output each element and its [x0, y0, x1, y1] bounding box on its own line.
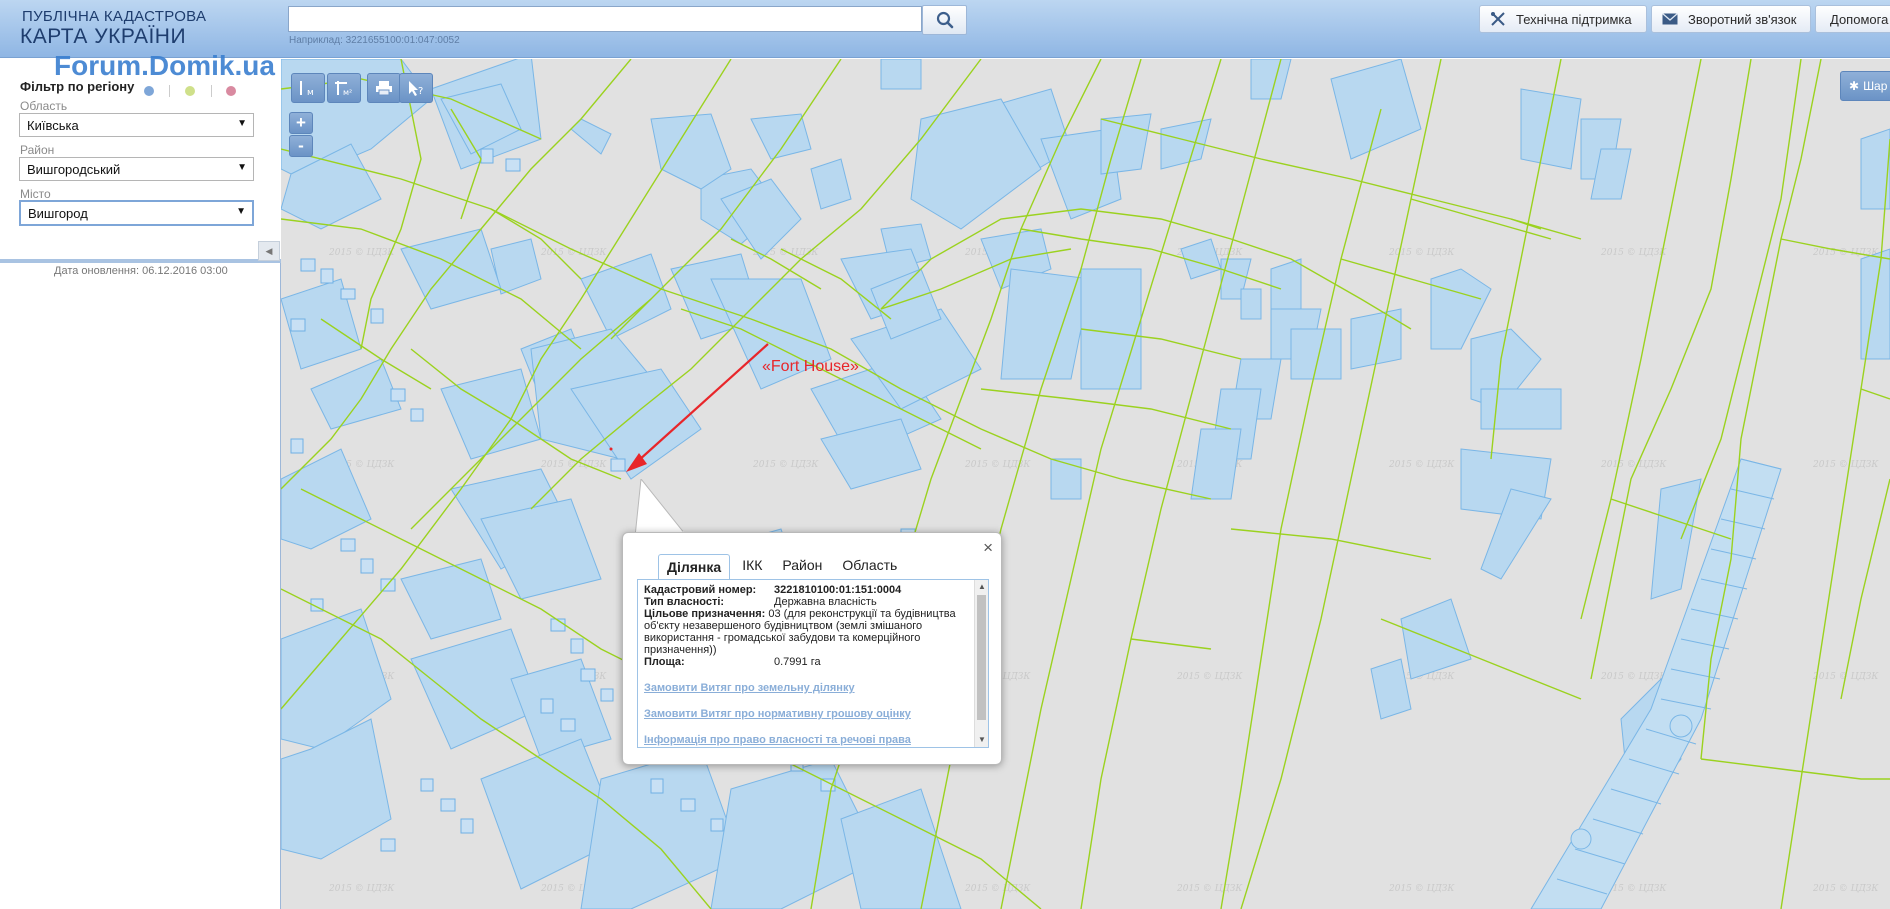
area-row: Площа: 0.7991 га	[644, 656, 974, 668]
purpose-label: Цільове призначення:	[644, 608, 766, 620]
search-input[interactable]	[288, 6, 922, 32]
chevron-left-icon: ◀	[265, 245, 273, 256]
popup-body: Кадастровий номер: 3221810100:01:151:000…	[637, 579, 989, 748]
tab-district[interactable]: Район	[774, 553, 830, 580]
logo-title-line2[interactable]: КАРТА УКРАЇНИ	[20, 25, 186, 49]
layer-dot-blue[interactable]	[144, 86, 154, 96]
cadastral-row: Кадастровий номер: 3221810100:01:151:000…	[644, 584, 974, 596]
district-select[interactable]: Вишгородський ▼	[19, 157, 254, 181]
popup-scrollbar[interactable]: ▲ ▼	[974, 580, 988, 747]
identify-icon: ?	[409, 81, 423, 97]
search-hint: Наприклад: 3221655100:01:047:0052	[289, 35, 460, 46]
search-button[interactable]	[922, 5, 967, 35]
area-label: Площа:	[644, 656, 685, 668]
order-parcel-extract-link[interactable]: Замовити Витяг про земельну ділянку	[644, 682, 974, 694]
feedback-button[interactable]: Зворотний зв'язок	[1651, 5, 1811, 33]
ownership-value: Державна власність	[774, 596, 877, 608]
envelope-icon	[1662, 13, 1680, 25]
city-value: Вишгород	[28, 206, 88, 221]
scroll-up-icon[interactable]: ▲	[978, 582, 986, 591]
measure-area-button[interactable]: м²	[327, 73, 361, 103]
cadastral-value: 3221810100:01:151:0004	[774, 584, 902, 596]
region-value: Київська	[27, 118, 79, 133]
logo-title-line1[interactable]: ПУБЛІЧНА КАДАСТРОВА	[22, 8, 206, 25]
help-button[interactable]: Допомога	[1815, 5, 1890, 33]
parcel-info: Кадастровий номер: 3221810100:01:151:000…	[644, 584, 974, 746]
order-valuation-extract-link[interactable]: Замовити Витяг про нормативну грошову оц…	[644, 708, 974, 720]
cadastral-map[interactable]: 2015 © ЦДЗК	[281, 59, 1890, 909]
region-filter: Фільтр по регіону Область Київська ▼ Рай…	[0, 58, 281, 263]
update-date: Дата оновлення: 06.12.2016 03:00	[54, 265, 228, 277]
area-value: 0.7991 га	[774, 656, 821, 668]
dot-separator	[169, 85, 170, 97]
measure-length-icon: м	[300, 81, 314, 97]
region-label: Область	[20, 99, 68, 113]
purpose-row: Цільове призначення: 03 (для реконструкц…	[644, 608, 974, 656]
collapse-panel-button[interactable]: ◀	[258, 241, 280, 261]
layers-label: Шар	[1863, 79, 1888, 93]
ownership-rights-link[interactable]: Інформація про право власності та речові…	[644, 734, 974, 746]
dropdown-arrow-icon: ▼	[237, 118, 247, 129]
dropdown-arrow-icon: ▼	[237, 162, 247, 173]
popup-pointer	[635, 479, 686, 534]
parcel-info-popup: × Ділянка ІКК Район Область Кадастровий …	[622, 532, 1002, 765]
zoom-in-button[interactable]: +	[289, 112, 313, 134]
district-value: Вишгородський	[27, 162, 121, 177]
region-select[interactable]: Київська ▼	[19, 113, 254, 137]
tech-support-label: Технічна підтримка	[1516, 11, 1632, 27]
feedback-label: Зворотний зв'язок	[1688, 11, 1797, 27]
help-label: Допомога	[1830, 11, 1889, 27]
scroll-down-icon[interactable]: ▼	[978, 735, 986, 744]
measure-area-icon: м²	[335, 81, 352, 97]
map-canvas[interactable]: 2015 © ЦДЗК	[281, 59, 1890, 909]
layers-button[interactable]: ✱ Шар	[1840, 71, 1890, 101]
layer-dot-red[interactable]	[226, 86, 236, 96]
tab-ikk[interactable]: ІКК	[734, 553, 770, 580]
svg-text:м²: м²	[343, 88, 352, 97]
district-label: Район	[20, 143, 55, 157]
identify-button[interactable]: ?	[399, 73, 433, 103]
gear-icon: ✱	[1849, 79, 1860, 93]
measure-length-button[interactable]: м	[291, 73, 325, 103]
layer-dot-green[interactable]	[185, 86, 195, 96]
tab-region[interactable]: Область	[834, 553, 905, 580]
tools-icon	[1490, 11, 1508, 27]
scroll-thumb[interactable]	[977, 595, 986, 720]
dropdown-arrow-icon: ▼	[236, 206, 246, 217]
print-button[interactable]	[367, 73, 401, 103]
top-header: ПУБЛІЧНА КАДАСТРОВА КАРТА УКРАЇНИ Наприк…	[0, 0, 1890, 58]
tab-parcel[interactable]: Ділянка	[658, 554, 731, 581]
svg-text:м: м	[307, 88, 314, 97]
ownership-label: Тип власності:	[644, 596, 725, 608]
zoom-out-button[interactable]: -	[289, 135, 313, 157]
fort-house-annotation: «Fort House»	[762, 358, 859, 375]
city-select[interactable]: Вишгород ▼	[19, 200, 254, 226]
plus-icon: +	[296, 113, 306, 132]
tech-support-button[interactable]: Технічна підтримка	[1479, 5, 1647, 33]
close-icon[interactable]: ×	[983, 538, 993, 558]
popup-tabs: Ділянка ІКК Район Область	[658, 553, 909, 581]
minus-icon: -	[298, 136, 304, 155]
dot-separator	[211, 85, 212, 97]
svg-text:?: ?	[418, 86, 423, 97]
forum-watermark: Forum.Domik.ua	[54, 50, 275, 81]
ownership-row: Тип власності: Державна власність	[644, 596, 974, 608]
city-label: Місто	[20, 187, 51, 201]
search-icon	[936, 11, 953, 29]
left-panel: Фільтр по регіону Область Київська ▼ Рай…	[0, 58, 281, 909]
print-icon	[376, 81, 392, 96]
cadastral-label: Кадастровий номер:	[644, 584, 757, 596]
